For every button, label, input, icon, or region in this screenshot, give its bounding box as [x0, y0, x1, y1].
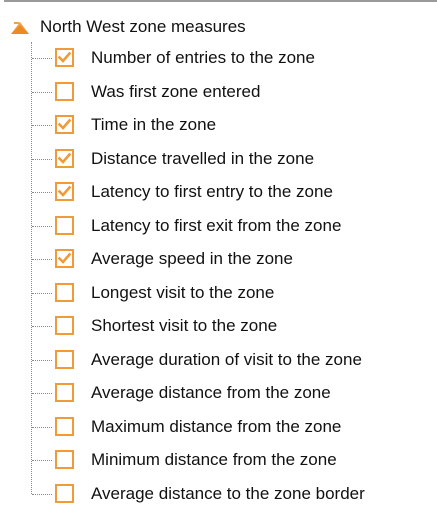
- measure-checkbox[interactable]: [55, 48, 74, 67]
- measure-label: Maximum distance from the zone: [91, 417, 342, 436]
- tree-root-node[interactable]: North West zone measures: [10, 12, 246, 42]
- tree-item[interactable]: Average duration of visit to the zone: [0, 344, 437, 377]
- tree-item[interactable]: Time in the zone: [0, 109, 437, 142]
- measure-checkbox[interactable]: [55, 182, 74, 201]
- tree-branch-line: [32, 125, 52, 126]
- tree-item[interactable]: Average distance from the zone: [0, 377, 437, 410]
- measure-checkbox[interactable]: [55, 82, 74, 101]
- checkmark-icon: [58, 118, 71, 130]
- tree-item[interactable]: Minimum distance from the zone: [0, 444, 437, 477]
- measure-checkbox[interactable]: [55, 450, 74, 469]
- tree-item[interactable]: Latency to first exit from the zone: [0, 210, 437, 243]
- tree-item[interactable]: Longest visit to the zone: [0, 277, 437, 310]
- measure-label: Number of entries to the zone: [91, 48, 315, 67]
- tree-branch-line: [32, 92, 52, 93]
- measure-checkbox[interactable]: [55, 149, 74, 168]
- measure-label: Average speed in the zone: [91, 249, 293, 268]
- tree-item[interactable]: Shortest visit to the zone: [0, 310, 437, 343]
- tree-item[interactable]: Average speed in the zone: [0, 243, 437, 276]
- checkmark-icon: [58, 252, 71, 264]
- tree-branch-line: [32, 494, 52, 495]
- tree-item[interactable]: Maximum distance from the zone: [0, 411, 437, 444]
- tree-branch-line: [32, 259, 52, 260]
- measure-checkbox[interactable]: [55, 484, 74, 503]
- tree-branch-line: [32, 226, 52, 227]
- tree-item[interactable]: Was first zone entered: [0, 76, 437, 109]
- tree-root-label: North West zone measures: [40, 17, 246, 36]
- measure-checkbox[interactable]: [55, 249, 74, 268]
- measure-checkbox[interactable]: [55, 216, 74, 235]
- measure-checkbox[interactable]: [55, 350, 74, 369]
- tree-item[interactable]: Average distance to the zone border: [0, 478, 437, 511]
- tree-branch-line: [32, 159, 52, 160]
- measure-checkbox[interactable]: [55, 383, 74, 402]
- tree-branch-line: [32, 427, 52, 428]
- measure-label: Was first zone entered: [91, 82, 261, 101]
- measure-label: Average distance from the zone: [91, 383, 331, 402]
- measure-label: Minimum distance from the zone: [91, 450, 337, 469]
- tree-branch-line: [32, 58, 52, 59]
- tree-branch-line: [32, 360, 52, 361]
- folder-icon: [10, 17, 30, 37]
- tree-branch-line: [32, 326, 52, 327]
- measure-label: Longest visit to the zone: [91, 283, 275, 302]
- measure-label: Average distance to the zone border: [91, 484, 365, 503]
- measure-checkbox[interactable]: [55, 316, 74, 335]
- measure-checkbox[interactable]: [55, 417, 74, 436]
- measure-checkbox[interactable]: [55, 115, 74, 134]
- checkmark-icon: [58, 185, 71, 197]
- measure-label: Distance travelled in the zone: [91, 149, 315, 168]
- checkmark-icon: [58, 152, 71, 164]
- measure-label: Latency to first entry to the zone: [91, 182, 333, 201]
- tree-branch-line: [32, 293, 52, 294]
- tree-item[interactable]: Distance travelled in the zone: [0, 143, 437, 176]
- measures-tree: North West zone measures Number of entri…: [0, 0, 437, 506]
- tree-item[interactable]: Latency to first entry to the zone: [0, 176, 437, 209]
- measure-label: Shortest visit to the zone: [91, 316, 278, 335]
- tree-panel: North West zone measures Number of entri…: [0, 0, 437, 506]
- tree-branch-line: [32, 460, 52, 461]
- checkmark-icon: [58, 51, 71, 63]
- tree-branch-line: [32, 393, 52, 394]
- measure-label: Time in the zone: [91, 115, 217, 134]
- measure-label: Average duration of visit to the zone: [91, 350, 362, 369]
- measure-label: Latency to first exit from the zone: [91, 216, 342, 235]
- tree-item[interactable]: Number of entries to the zone: [0, 42, 437, 75]
- tree-branch-line: [32, 192, 52, 193]
- measure-checkbox[interactable]: [55, 283, 74, 302]
